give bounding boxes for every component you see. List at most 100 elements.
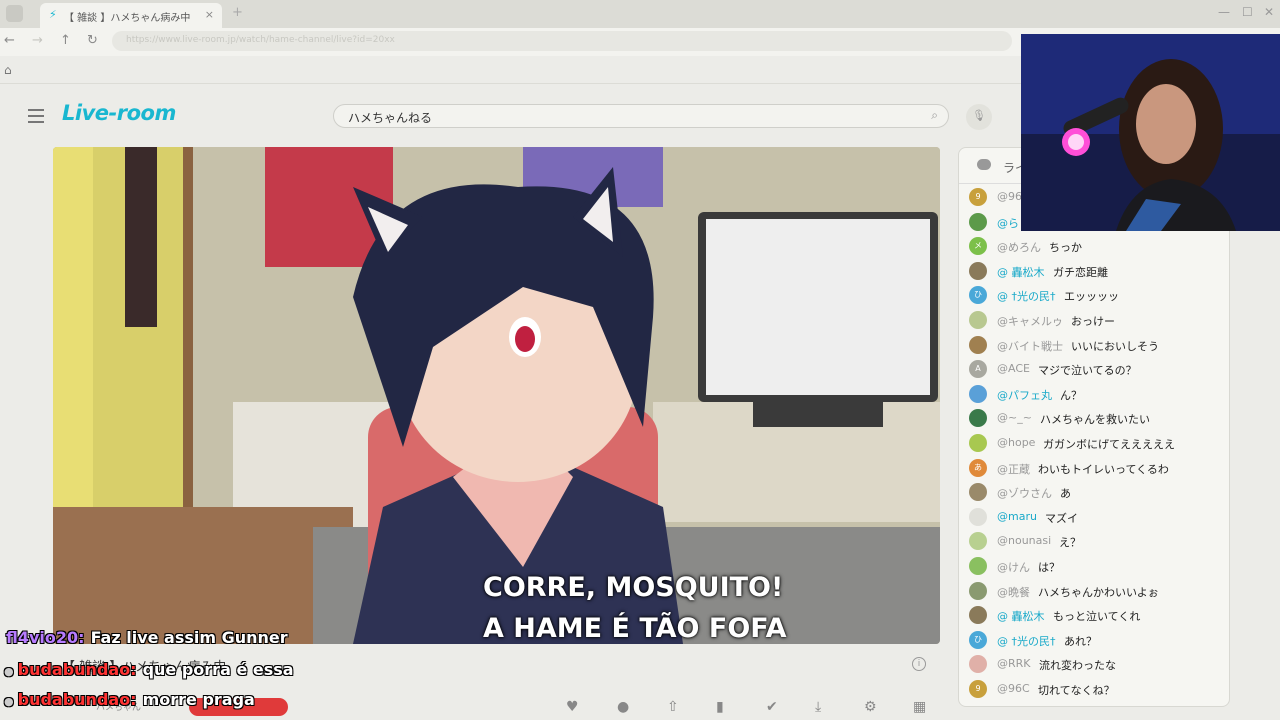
bookmark-icon[interactable]: ▮ xyxy=(716,699,724,715)
overlay-chat-line: ● budabundao: que porra é essa xyxy=(4,660,294,679)
overlay-chat-text: morre praga xyxy=(142,690,255,709)
chat-text: ガガンボにげてえええええ xyxy=(1043,438,1175,451)
chat-username[interactable]: @~_~ xyxy=(997,411,1032,424)
video-subtitle: CORRE, MOSQUITO! A HAME É TÃO FOFA xyxy=(483,567,787,644)
user-avatar[interactable] xyxy=(969,434,987,452)
chat-text: マズイ xyxy=(1045,511,1078,525)
chat-username[interactable]: @パフェ丸 xyxy=(997,387,1052,403)
chat-username[interactable]: @ †光の民† xyxy=(997,633,1056,649)
share-icon[interactable]: ⇧ xyxy=(667,699,679,715)
close-tab-icon[interactable]: × xyxy=(205,8,214,21)
user-avatar[interactable] xyxy=(969,532,987,551)
chat-text: ガチ恋距離 xyxy=(1053,265,1108,279)
user-avatar[interactable]: ひ xyxy=(969,286,987,305)
chat-username[interactable]: @ゾウさん xyxy=(997,485,1052,501)
chat-text: もっと泣いてくれ xyxy=(1053,610,1141,624)
subtitle-line-2: A HAME É TÃO FOFA xyxy=(483,613,787,644)
microphone-icon[interactable]: 🎙 xyxy=(966,104,992,130)
chat-username[interactable]: @バイト戦士 xyxy=(997,338,1063,354)
chat-text: ハメちゃんを救いたい xyxy=(1040,413,1150,427)
chat-username[interactable]: @ 轟松木 xyxy=(997,608,1045,624)
user-avatar[interactable]: A xyxy=(969,360,987,379)
user-avatar[interactable] xyxy=(969,606,987,625)
heart-icon[interactable]: ♥ xyxy=(566,699,579,715)
download-icon[interactable]: ⤓ xyxy=(815,699,821,715)
webcam-overlay xyxy=(1021,34,1280,231)
chat-text: ハメちゃんかわいいよぉ xyxy=(1038,585,1159,599)
chat-text: 流れ変わったな xyxy=(1039,659,1116,673)
chat-username[interactable]: @ †光の民† xyxy=(997,288,1056,304)
reload-icon[interactable]: ↻ xyxy=(87,33,98,48)
check-icon[interactable]: ✔ xyxy=(766,699,778,715)
tab-title: 【 雑談 】ハメちゃん病み中 xyxy=(64,13,191,24)
back-icon[interactable]: ← xyxy=(4,33,15,48)
chat-username[interactable]: @hope xyxy=(997,436,1035,449)
chat-username[interactable]: @ 轟松木 xyxy=(997,264,1045,280)
forward-icon[interactable]: → xyxy=(32,33,43,48)
chat-username[interactable]: @正蔵 xyxy=(997,461,1030,477)
user-avatar[interactable] xyxy=(969,655,987,674)
close-window-icon[interactable]: ✕ xyxy=(1264,5,1274,19)
chat-text: わいもトイレいってくるわ xyxy=(1038,462,1169,476)
window-menu-button[interactable] xyxy=(6,5,23,22)
user-avatar[interactable] xyxy=(969,261,987,280)
user-avatar[interactable] xyxy=(969,507,987,526)
user-avatar[interactable] xyxy=(969,311,987,329)
video-player[interactable]: CORRE, MOSQUITO! A HAME É TÃO FOFA xyxy=(53,147,940,644)
up-icon[interactable]: ↑ xyxy=(60,33,71,48)
chat-text: いいにおいしそう xyxy=(1071,339,1159,353)
info-icon[interactable]: i xyxy=(912,657,926,671)
user-avatar[interactable]: あ xyxy=(969,458,987,477)
user-avatar[interactable]: 9 xyxy=(969,188,987,206)
user-badge-icon: ● xyxy=(4,665,14,678)
overlay-chat-line: ● budabundao: morre praga xyxy=(4,690,255,709)
hamburger-menu-icon[interactable] xyxy=(28,109,44,127)
bolt-icon: ⚡ xyxy=(49,8,57,21)
site-logo[interactable]: Live-room xyxy=(62,101,176,125)
chat-username[interactable]: @晩餐 xyxy=(997,584,1030,600)
user-avatar[interactable] xyxy=(969,335,987,354)
user-avatar[interactable] xyxy=(969,557,987,575)
overlay-chat-user: budabundao: xyxy=(17,690,137,709)
chat-username[interactable]: @96C xyxy=(997,682,1030,695)
chat-username[interactable]: @めろん xyxy=(997,239,1041,255)
comment-icon[interactable]: ● xyxy=(617,699,629,715)
search-input[interactable]: ハメちゃんねる ⌕ xyxy=(333,104,949,128)
user-avatar[interactable] xyxy=(969,409,987,428)
streamer-webcam-image xyxy=(1021,34,1280,231)
chat-username[interactable]: @nounasi xyxy=(997,534,1051,547)
gear-icon[interactable]: ⚙ xyxy=(864,699,877,715)
chat-username[interactable]: @キャメルゥ xyxy=(997,313,1063,329)
chat-bubble-icon xyxy=(977,159,991,170)
user-avatar[interactable] xyxy=(969,483,987,502)
home-icon[interactable]: ⌂ xyxy=(4,63,12,77)
subtitle-line-1: CORRE, MOSQUITO! xyxy=(483,572,784,603)
url-field[interactable]: https://www.live-room.jp/watch/hame-chan… xyxy=(112,31,1012,51)
user-avatar[interactable]: 9 xyxy=(969,680,987,698)
minimize-icon[interactable]: — xyxy=(1218,5,1230,19)
user-avatar[interactable] xyxy=(969,212,987,231)
chat-text: マジで泣いてるの？ xyxy=(1038,364,1137,378)
chat-text: ん？ xyxy=(1060,388,1082,402)
overlay-chat-user: fl4vio20: xyxy=(6,628,85,647)
browser-tab[interactable]: ⚡ 【 雑談 】ハメちゃん病み中 × xyxy=(40,3,222,28)
chat-username[interactable]: @RRK xyxy=(997,657,1031,670)
grid-icon[interactable]: ▦ xyxy=(913,699,926,715)
overlay-chat-user: budabundao: xyxy=(17,660,137,679)
user-avatar[interactable] xyxy=(969,384,987,403)
search-icon[interactable]: ⌕ xyxy=(931,108,938,123)
user-avatar[interactable]: ひ xyxy=(969,630,987,649)
chat-username[interactable]: @maru xyxy=(997,510,1037,523)
chat-username[interactable]: @96 xyxy=(997,190,1022,203)
new-tab-button[interactable]: + xyxy=(232,5,243,20)
overlay-chat-text: Faz live assim Gunner xyxy=(90,628,288,647)
overlay-chat-text: que porra é essa xyxy=(142,660,294,679)
user-avatar[interactable]: メ xyxy=(969,237,987,256)
maximize-icon[interactable]: ☐ xyxy=(1242,5,1253,19)
chat-username[interactable]: @けん xyxy=(997,559,1030,575)
user-avatar[interactable] xyxy=(969,581,987,600)
chat-text: ちっか xyxy=(1049,241,1082,255)
chat-username[interactable]: @ACE xyxy=(997,362,1030,375)
chat-panel: ライ 9 @96 @らメ @めろん ちっか @ 轟松木 ガチ恋距離ひ @ †光の民† エッッッッ… xyxy=(958,147,1230,707)
chat-username[interactable]: @ら xyxy=(997,215,1019,231)
